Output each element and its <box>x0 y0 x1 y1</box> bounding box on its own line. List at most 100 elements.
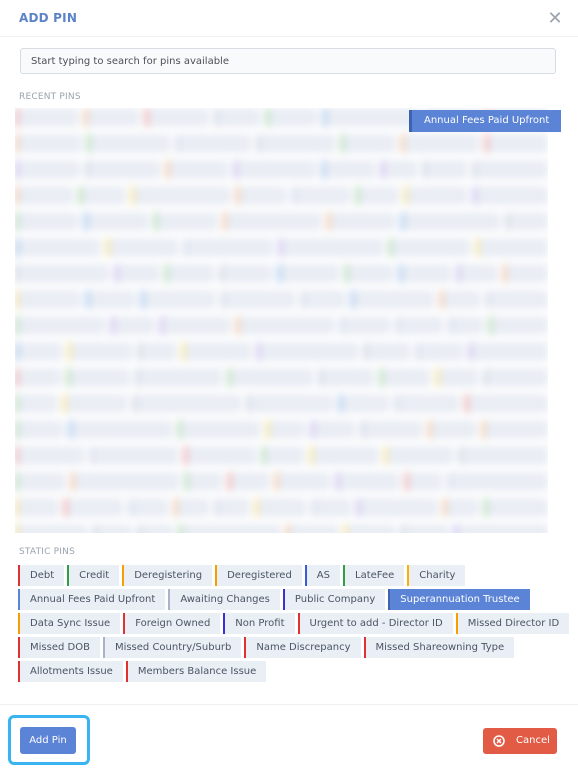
blurred-pin <box>176 134 252 153</box>
blurred-pin <box>257 342 359 361</box>
static-pin[interactable]: AS <box>304 565 340 586</box>
blurred-pin <box>322 160 376 179</box>
recent-pins-area <box>15 108 548 533</box>
close-icon[interactable]: ✕ <box>546 10 564 28</box>
blurred-pin <box>286 524 339 533</box>
static-pin[interactable]: Data Sync Issue <box>18 613 121 634</box>
modal-title: ADD PIN <box>19 11 78 25</box>
blurred-pin <box>235 316 336 335</box>
blurred-pin <box>312 498 353 517</box>
blurred-pin <box>483 368 548 387</box>
blurred-pin <box>380 160 418 179</box>
static-pin[interactable]: Charity <box>407 565 466 586</box>
blurred-pin <box>86 134 172 153</box>
blurred-pin <box>15 446 85 465</box>
blurred-pin <box>67 342 134 361</box>
blurred-pin <box>400 524 450 533</box>
recent-pin-annual-fees[interactable]: Annual Fees Paid Upfront <box>409 110 562 132</box>
blurred-pin <box>265 420 307 439</box>
static-pin[interactable]: Non Profit <box>223 613 295 634</box>
static-pin[interactable]: Public Company <box>282 589 386 610</box>
static-pin[interactable]: Deregistering <box>122 565 213 586</box>
static-pins-row: Allotments Issue Members Balance Issue <box>18 661 558 682</box>
blurred-pin <box>436 368 479 387</box>
blurred-pin <box>396 316 444 335</box>
blurred-pin <box>71 472 180 491</box>
blurred-pin <box>84 212 149 231</box>
pin-search-input[interactable] <box>20 48 556 74</box>
blurred-pin <box>401 212 501 231</box>
static-pin[interactable]: Missed Shareowning Type <box>363 637 515 658</box>
blurred-pin-row <box>15 134 548 153</box>
blurred-pin <box>15 160 82 179</box>
static-pins-label: STATIC PINS <box>19 547 75 557</box>
blurred-pin <box>132 394 242 413</box>
static-pin[interactable]: LateFee <box>343 565 405 586</box>
blurred-pin <box>311 420 357 439</box>
blurred-pin <box>15 108 80 127</box>
blurred-pin <box>15 238 102 257</box>
static-pin[interactable]: Allotments Issue <box>18 661 123 682</box>
blurred-pin <box>214 498 251 517</box>
cancel-circle-icon <box>493 735 505 747</box>
static-pin[interactable]: Debt <box>18 565 65 586</box>
static-pin[interactable]: Name Discrepancy <box>244 637 361 658</box>
blurred-pin-row <box>15 368 548 387</box>
blurred-pin-row <box>15 186 548 205</box>
blurred-pin <box>341 134 396 153</box>
blurred-pin <box>458 446 548 465</box>
blurred-pin <box>159 316 231 335</box>
static-pin[interactable]: Foreign Owned <box>123 613 221 634</box>
blurred-pin <box>183 238 275 257</box>
blurred-pin <box>384 446 454 465</box>
blurred-pin <box>469 342 548 361</box>
blurred-pin <box>166 160 229 179</box>
blurred-pin <box>472 186 548 205</box>
blurred-pin <box>483 498 548 517</box>
static-pins-row: Missed DOB Missed Country/Suburb Name Disc… <box>18 637 558 658</box>
static-pin[interactable]: Missed Director ID <box>455 613 570 634</box>
static-pin[interactable]: Deregistered <box>215 565 302 586</box>
blurred-pin <box>129 498 169 517</box>
blurred-pin <box>457 264 499 283</box>
blurred-pin <box>361 420 423 439</box>
blurred-pin <box>327 212 397 231</box>
blurred-pin <box>266 108 318 127</box>
static-pin[interactable]: Awaiting Changes <box>168 589 280 610</box>
blurred-pin <box>106 238 179 257</box>
blurred-pin <box>335 472 401 491</box>
add-pin-button[interactable]: Add Pin <box>20 727 76 754</box>
blurred-pin <box>351 290 435 309</box>
blurred-pin <box>177 420 261 439</box>
blurred-pin <box>15 290 82 309</box>
static-pin[interactable]: Superannuation Trustee <box>388 589 530 610</box>
blurred-pin <box>84 108 141 127</box>
blurred-pin <box>256 134 337 153</box>
blurred-pin-row <box>15 420 548 439</box>
blurred-pin <box>86 290 137 309</box>
blurred-pin <box>15 394 58 413</box>
blurred-pin <box>277 264 340 283</box>
static-pin[interactable]: Credit <box>67 565 120 586</box>
blurred-pin <box>279 238 385 257</box>
blurred-pin <box>182 342 253 361</box>
cancel-button[interactable]: Cancel <box>483 728 557 754</box>
static-pins-row: Data Sync Issue Foreign Owned Non Profit Ur… <box>18 613 570 634</box>
blurred-pin <box>485 290 548 309</box>
blurred-pin <box>15 342 63 361</box>
static-pin[interactable]: Members Balance Issue <box>125 661 267 682</box>
blurred-pin <box>343 524 396 533</box>
blurred-pin <box>111 316 155 335</box>
blurred-pin-row <box>15 290 548 309</box>
static-pin[interactable]: Missed Country/Suburb <box>102 637 242 658</box>
blurred-pin <box>69 420 173 439</box>
blurred-pin <box>235 186 288 205</box>
static-pin[interactable]: Annual Fees Paid Upfront <box>18 589 166 610</box>
blurred-pin <box>322 108 423 127</box>
static-pin[interactable]: Missed DOB <box>18 637 100 658</box>
blurred-pin <box>405 472 444 491</box>
blurred-pin <box>357 498 438 517</box>
static-pin[interactable]: Urgent to add - Director ID <box>297 613 453 634</box>
blurred-pin-row <box>15 264 548 283</box>
blurred-pin-row <box>15 446 548 465</box>
